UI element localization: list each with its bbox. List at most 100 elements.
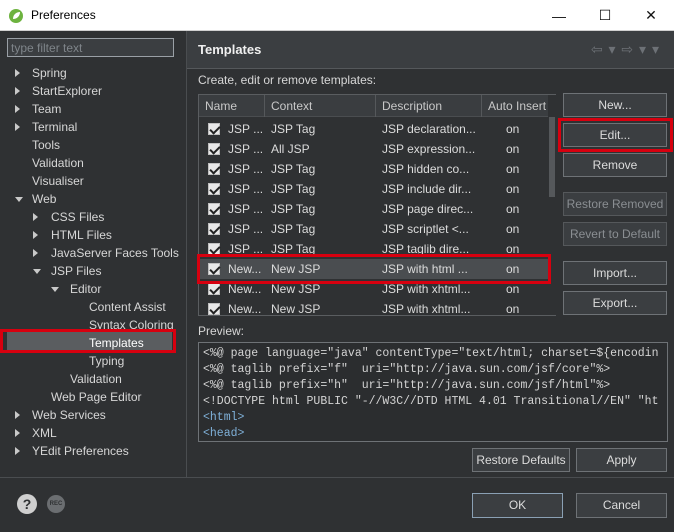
table-row[interactable]: JSP ... JSP Tag JSP declaration... on xyxy=(199,119,551,139)
tree-item[interactable]: Web Page Editor xyxy=(51,388,142,406)
collapsed-arrow-icon[interactable] xyxy=(33,231,38,239)
tree-item[interactable]: Terminal xyxy=(32,118,77,136)
preview-line: <%@ page language="java" contentType="te… xyxy=(203,347,659,360)
cell-auto: on xyxy=(506,122,520,136)
tree-item[interactable]: Typing xyxy=(89,352,124,370)
expanded-arrow-icon[interactable] xyxy=(51,287,59,292)
cell-auto: on xyxy=(506,302,520,316)
cell-name: JSP ... xyxy=(228,122,264,136)
maximize-button[interactable]: ☐ xyxy=(582,0,628,31)
tree-item[interactable]: HTML Files xyxy=(51,226,112,244)
tree-item[interactable]: Visualiser xyxy=(32,172,84,190)
enabled-checkbox[interactable] xyxy=(208,303,220,315)
tree-item[interactable]: Validation xyxy=(70,370,122,388)
enabled-checkbox[interactable] xyxy=(208,243,220,255)
ok-button[interactable]: OK xyxy=(472,493,563,518)
cell-auto: on xyxy=(506,262,520,276)
enabled-checkbox[interactable] xyxy=(208,163,220,175)
tree-item[interactable]: Spring xyxy=(32,64,67,82)
tree-item[interactable]: Content Assist xyxy=(89,298,166,316)
tree-item[interactable]: Team xyxy=(32,100,61,118)
collapsed-arrow-icon[interactable] xyxy=(33,249,38,257)
tree-item[interactable]: Web xyxy=(32,190,56,208)
filter-input[interactable] xyxy=(7,38,174,57)
preview-line: <head> xyxy=(203,427,245,440)
revert-to-default-button[interactable]: Revert to Default xyxy=(563,222,667,246)
restore-defaults-button[interactable]: Restore Defaults xyxy=(472,448,570,472)
expanded-arrow-icon[interactable] xyxy=(33,269,41,274)
restore-removed-button[interactable]: Restore Removed xyxy=(563,192,667,216)
cell-name: JSP ... xyxy=(228,182,264,196)
table-row[interactable]: New... New JSP JSP with xhtml... on xyxy=(199,299,551,316)
remove-button[interactable]: Remove xyxy=(563,153,667,177)
column-header-description[interactable]: Description xyxy=(376,95,482,117)
tree-item[interactable]: YEdit Preferences xyxy=(32,442,129,460)
table-row[interactable]: JSP ... JSP Tag JSP taglib dire... on xyxy=(199,239,551,259)
table-row[interactable]: JSP ... JSP Tag JSP page direc... on xyxy=(199,199,551,219)
table-row[interactable]: JSP ... JSP Tag JSP scriptlet <... on xyxy=(199,219,551,239)
help-icon[interactable]: ? xyxy=(17,494,37,514)
cell-auto: on xyxy=(506,242,520,256)
tree-item[interactable]: Editor xyxy=(70,280,101,298)
cell-name: New... xyxy=(228,262,262,276)
tree-item[interactable]: CSS Files xyxy=(51,208,104,226)
preview-pane: <%@ page language="java" contentType="te… xyxy=(198,342,668,442)
table-row[interactable]: JSP ... JSP Tag JSP hidden co... on xyxy=(199,159,551,179)
collapsed-arrow-icon[interactable] xyxy=(33,213,38,221)
cancel-button[interactable]: Cancel xyxy=(576,493,667,518)
cell-auto: on xyxy=(506,202,520,216)
enabled-checkbox[interactable] xyxy=(208,123,220,135)
cell-description: JSP declaration... xyxy=(382,122,476,136)
collapsed-arrow-icon[interactable] xyxy=(15,87,20,95)
table-row[interactable]: New... New JSP JSP with xhtml... on xyxy=(199,279,551,299)
cell-name: JSP ... xyxy=(228,242,264,256)
tree-item[interactable]: Validation xyxy=(32,154,84,172)
column-header-auto-insert[interactable]: Auto Insert xyxy=(482,95,555,117)
apply-button[interactable]: Apply xyxy=(576,448,667,472)
enabled-checkbox[interactable] xyxy=(208,283,220,295)
collapsed-arrow-icon[interactable] xyxy=(15,447,20,455)
enabled-checkbox[interactable] xyxy=(208,223,220,235)
enabled-checkbox[interactable] xyxy=(208,203,220,215)
pane-divider[interactable] xyxy=(186,31,187,477)
table-row[interactable]: JSP ... All JSP JSP expression... on xyxy=(199,139,551,159)
tree-item[interactable]: Syntax Coloring xyxy=(89,316,174,334)
table-row[interactable]: New... New JSP JSP with html ... on xyxy=(199,259,551,279)
cell-auto: on xyxy=(506,222,520,236)
collapsed-arrow-icon[interactable] xyxy=(15,105,20,113)
tree-item[interactable]: XML xyxy=(32,424,57,442)
export-button[interactable]: Export... xyxy=(563,291,667,315)
history-nav-icons[interactable]: ⇦ ▾ ⇨ ▾ ▾ xyxy=(591,41,660,58)
tree-item[interactable]: JavaServer Faces Tools xyxy=(51,244,179,262)
preference-tree-pane: SpringStartExplorerTeamTerminalToolsVali… xyxy=(0,31,186,477)
collapsed-arrow-icon[interactable] xyxy=(15,411,20,419)
record-icon[interactable]: REC xyxy=(47,495,65,513)
tree-item[interactable]: StartExplorer xyxy=(32,82,102,100)
minimize-button[interactable]: — xyxy=(536,0,582,31)
tree-item[interactable]: JSP Files xyxy=(51,262,101,280)
tree-item[interactable]: Web Services xyxy=(32,406,106,424)
edit-button[interactable]: Edit... xyxy=(563,123,667,147)
cell-context: JSP Tag xyxy=(271,202,316,216)
cell-auto: on xyxy=(506,142,520,156)
enabled-checkbox[interactable] xyxy=(208,183,220,195)
tree-item[interactable]: Tools xyxy=(32,136,60,154)
new-button[interactable]: New... xyxy=(563,93,667,117)
import-button[interactable]: Import... xyxy=(563,261,667,285)
collapsed-arrow-icon[interactable] xyxy=(15,69,20,77)
collapsed-arrow-icon[interactable] xyxy=(15,123,20,131)
footer-divider xyxy=(0,477,674,478)
expanded-arrow-icon[interactable] xyxy=(15,197,23,202)
cell-context: New JSP xyxy=(271,282,321,296)
table-row[interactable]: JSP ... JSP Tag JSP include dir... on xyxy=(199,179,551,199)
enabled-checkbox[interactable] xyxy=(208,263,220,275)
column-header-name[interactable]: Name xyxy=(199,95,265,117)
column-header-context[interactable]: Context xyxy=(265,95,376,117)
close-button[interactable]: ✕ xyxy=(628,0,674,31)
cell-description: JSP with xhtml... xyxy=(382,302,471,316)
enabled-checkbox[interactable] xyxy=(208,143,220,155)
tree-item[interactable]: Templates xyxy=(89,334,144,352)
cell-description: JSP hidden co... xyxy=(382,162,470,176)
table-scrollbar-thumb[interactable] xyxy=(549,117,555,197)
collapsed-arrow-icon[interactable] xyxy=(15,429,20,437)
